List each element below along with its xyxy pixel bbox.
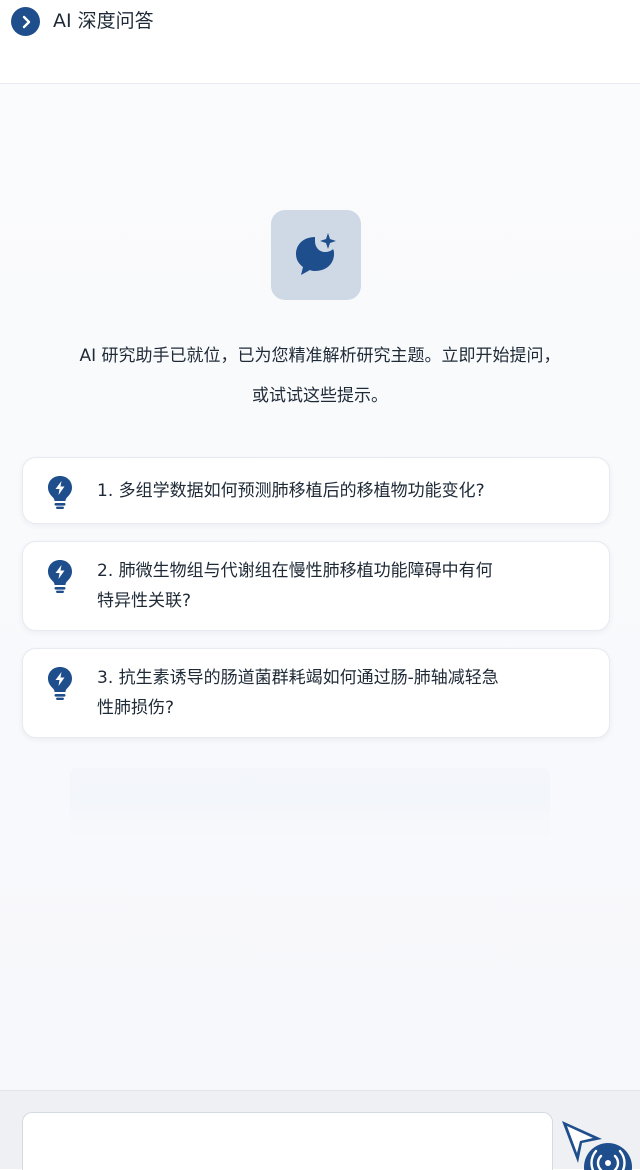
page-title: AI 深度问答 <box>53 10 154 32</box>
suggestion-text-line-1: 3. 抗生素诱导的肠道菌群耗竭如何通过肠-肺轴减轻急 <box>97 668 499 688</box>
loading-placeholder <box>70 768 550 838</box>
chat-main: AI 研究助手已就位，已为您精准解析研究主题。立即开始提问， 或试试这些提示。 … <box>0 84 640 1090</box>
suggestion-card[interactable]: 3. 抗生素诱导的肠道菌群耗竭如何通过肠-肺轴减轻急 性肺损伤? <box>22 648 610 738</box>
suggestion-text-line-2: 特异性关联? <box>97 591 192 611</box>
chat-input[interactable] <box>22 1112 553 1170</box>
lightbulb-bolt-icon <box>48 476 72 509</box>
chevron-right-icon <box>22 15 30 28</box>
assistant-logo <box>271 210 361 300</box>
back-button[interactable] <box>11 7 40 36</box>
assistant-intro: AI 研究助手已就位，已为您精准解析研究主题。立即开始提问， 或试试这些提示。 <box>0 336 640 416</box>
suggestion-text-line-1: 2. 肺微生物组与代谢组在慢性肺移植功能障碍中有何 <box>97 561 493 581</box>
intro-line-1: AI 研究助手已就位，已为您精准解析研究主题。立即开始提问， <box>79 346 561 366</box>
suggestion-card[interactable]: 2. 肺微生物组与代谢组在慢性肺移植功能障碍中有何 特异性关联? <box>22 541 610 631</box>
composer-bar <box>0 1090 640 1170</box>
lightbulb-bolt-icon <box>48 667 72 700</box>
lightbulb-bolt-icon <box>48 560 72 593</box>
intro-line-2: 或试试这些提示。 <box>252 386 388 406</box>
chat-sparkle-icon <box>296 233 336 275</box>
suggestion-text: 1. 多组学数据如何预测肺移植后的移植物功能变化? <box>97 481 485 501</box>
send-button[interactable] <box>560 1119 640 1170</box>
app-header: AI 深度问答 <box>0 0 640 84</box>
suggestion-card[interactable]: 1. 多组学数据如何预测肺移植后的移植物功能变化? <box>22 457 610 524</box>
suggestion-list: 1. 多组学数据如何预测肺移植后的移植物功能变化? 2. 肺微生物组与代谢组在慢… <box>22 457 610 755</box>
suggestion-text-line-2: 性肺损伤? <box>97 698 175 718</box>
send-icon <box>562 1121 632 1170</box>
